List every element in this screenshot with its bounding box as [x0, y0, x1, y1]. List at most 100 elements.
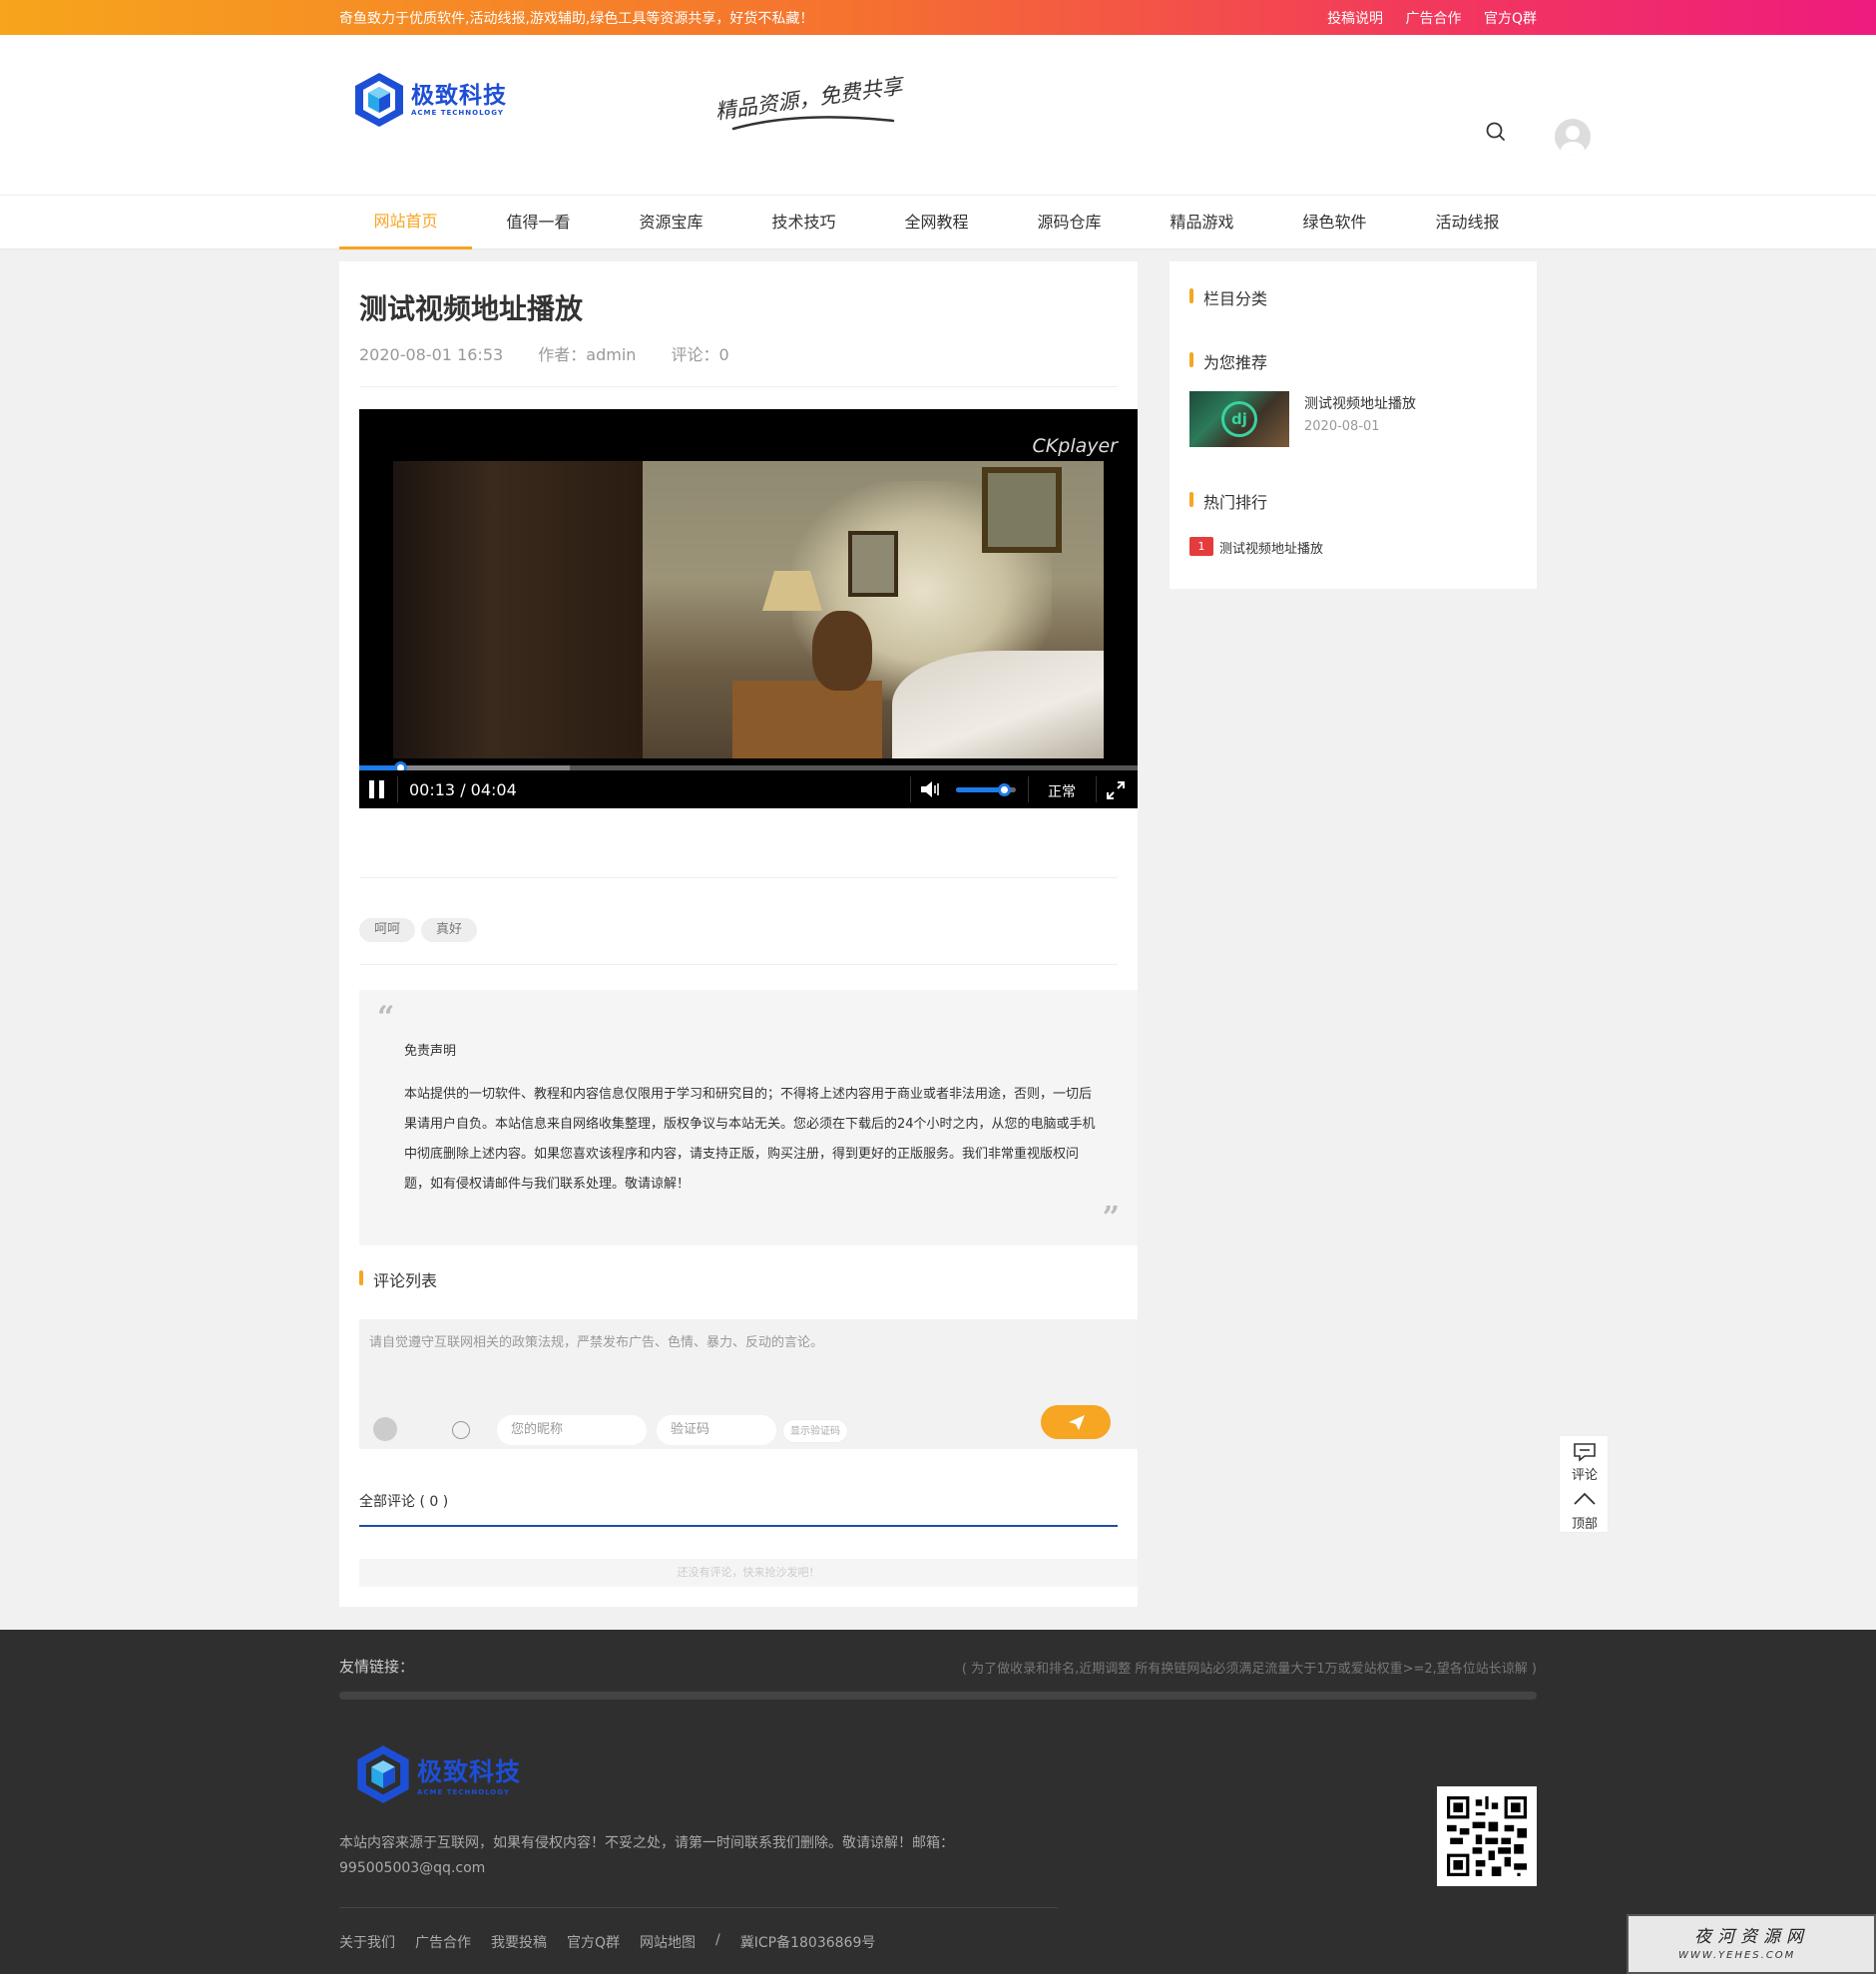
sidebar-category-title: 栏目分类: [1189, 285, 1267, 309]
send-comment-button[interactable]: [1041, 1405, 1111, 1439]
footer-link-sitemap[interactable]: 网站地图: [640, 1932, 696, 1952]
footer-link-about[interactable]: 关于我们: [339, 1932, 395, 1952]
footer-logo-text-en: ACME TECHNOLOGY: [417, 1788, 510, 1796]
pause-icon[interactable]: [367, 780, 387, 798]
divider: [359, 386, 1118, 387]
video-frame[interactable]: [393, 461, 1104, 758]
friend-links-note: ( 为了做收录和排名,近期调整 所有换链网站必须满足流量大于1万或爱站权重>=2…: [961, 1662, 1537, 1677]
footer-description: 本站内容来源于互联网，如果有侵权内容！不妥之处，请第一时间联系我们删除。敬请谅解…: [339, 1835, 954, 1876]
footer-logo-cube-icon: [357, 1745, 409, 1803]
divider: [339, 1907, 1058, 1908]
footer-link-qq-group[interactable]: 官方Q群: [567, 1932, 620, 1952]
nav-item-tech-tips[interactable]: 技术技巧: [737, 196, 870, 249]
float-comment-button[interactable]: 评论: [1560, 1436, 1610, 1484]
comments-section-title: 评论列表: [359, 1267, 437, 1291]
top-notice-bar: 奇鱼致力于优质软件,活动线报,游戏辅助,绿色工具等资源共享，好货不私藏！ 投稿说…: [0, 0, 1876, 35]
watermark-cn: 夜河资源网: [1694, 1927, 1809, 1947]
quote-close-icon: ”: [1102, 1201, 1120, 1235]
empty-comments-notice: 还没有评论，快来抢沙发吧！: [359, 1559, 1138, 1587]
comment-icon: [1574, 1443, 1596, 1462]
disclaimer-body: 本站提供的一切软件、教程和内容信息仅限用于学习和研究目的；不得将上述内容用于商业…: [404, 1087, 1096, 1192]
sidebar: 栏目分类 为您推荐 dj 测试视频地址播放 2020-08-01 热门排行 1 …: [1170, 261, 1537, 589]
volume-handle[interactable]: [998, 783, 1011, 796]
show-captcha-button[interactable]: 显示验证码: [782, 1419, 848, 1443]
nav-item-source-code[interactable]: 源码仓库: [1003, 196, 1136, 249]
article-date: 2020-08-01 16:53: [359, 345, 504, 364]
top-link-submission[interactable]: 投稿说明: [1327, 11, 1383, 27]
volume-icon[interactable]: [920, 780, 942, 798]
comment-textarea[interactable]: 请自觉遵守互联网相关的政策法规，严禁发布广告、色情、暴力、反动的言论。: [369, 1331, 823, 1350]
nav-item-activity-news[interactable]: 活动线报: [1401, 196, 1534, 249]
header-slogan: 精品资源，免费共享: [708, 74, 908, 135]
footer-logo-text-cn: 极致科技: [417, 1757, 522, 1786]
logo-text-en: ACME TECHNOLOGY: [411, 109, 504, 117]
emoji-icon[interactable]: [452, 1421, 470, 1439]
player-brand: CKplayer: [1032, 435, 1118, 457]
recommend-thumbnail[interactable]: dj: [1189, 391, 1289, 447]
disclaimer-box: “ 免责声明 本站提供的一切软件、教程和内容信息仅限用于学习和研究目的；不得将上…: [359, 990, 1138, 1245]
search-icon[interactable]: [1485, 121, 1507, 143]
top-link-ads[interactable]: 广告合作: [1406, 11, 1462, 27]
logo-cube-icon: [355, 73, 403, 127]
fullscreen-icon[interactable]: [1106, 780, 1126, 800]
logo-text-cn: 极致科技: [411, 83, 507, 109]
nav-item-green-software[interactable]: 绿色软件: [1268, 196, 1401, 249]
footer-links: 关于我们 广告合作 我要投稿 官方Q群 网站地图 / 冀ICP备18036869…: [339, 1932, 895, 1952]
float-comment-label: 评论: [1571, 1468, 1598, 1483]
all-comments-tab[interactable]: 全部评论 ( 0 ): [359, 1491, 448, 1511]
recommend-item-date: 2020-08-01: [1304, 419, 1380, 434]
site-logo[interactable]: 极致科技 ACME TECHNOLOGY: [353, 71, 507, 129]
divider: [359, 877, 1118, 878]
playback-speed[interactable]: 正常: [1048, 781, 1076, 801]
footer-link-separator: /: [715, 1932, 720, 1948]
tag-item[interactable]: 呵呵: [359, 918, 416, 942]
watermark-en: WWW.YEHES.COM: [1678, 1950, 1796, 1961]
back-to-top-button[interactable]: 顶部: [1560, 1485, 1610, 1533]
nav-item-games[interactable]: 精品游戏: [1136, 196, 1268, 249]
article-author: 作者：admin: [538, 345, 637, 364]
friend-links-title: 友情链接：: [339, 1658, 415, 1676]
recommend-item-title[interactable]: 测试视频地址播放: [1304, 393, 1416, 413]
chevron-up-icon: [1574, 1492, 1596, 1505]
article-panel: 测试视频地址播放 2020-08-01 16:53 作者：admin 评论：0 …: [339, 261, 1138, 1607]
article-title: 测试视频地址播放: [359, 292, 584, 325]
article-comment-count: 评论：0: [671, 345, 729, 364]
main-nav: 网站首页 值得一看 资源宝库 技术技巧 全网教程 源码仓库 精品游戏 绿色软件 …: [0, 195, 1876, 249]
site-header: 极致科技 ACME TECHNOLOGY 精品资源，免费共享: [0, 35, 1876, 195]
nickname-input[interactable]: 您的昵称: [497, 1415, 647, 1445]
footer-link-submit[interactable]: 我要投稿: [491, 1932, 547, 1952]
footer-logo[interactable]: 极致科技 ACME TECHNOLOGY: [355, 1743, 521, 1805]
hot-item-title[interactable]: 测试视频地址播放: [1219, 538, 1323, 557]
nav-item-home[interactable]: 网站首页: [339, 196, 472, 249]
volume-slider[interactable]: [956, 783, 1016, 796]
back-to-top-label: 顶部: [1571, 1517, 1598, 1532]
quote-open-icon: “: [377, 1000, 395, 1035]
site-footer: 友情链接： ( 为了做收录和排名,近期调整 所有换链网站必须满足流量大于1万或爱…: [0, 1630, 1876, 1974]
user-avatar-icon[interactable]: [1555, 119, 1591, 155]
rank-badge: 1: [1189, 537, 1213, 556]
sidebar-recommend-title: 为您推荐: [1189, 349, 1267, 373]
nav-item-resources[interactable]: 资源宝库: [605, 196, 737, 249]
article-tags: 呵呵 真好: [359, 918, 483, 942]
article-meta: 2020-08-01 16:53 作者：admin 评论：0: [359, 341, 759, 365]
footer-link-ads[interactable]: 广告合作: [415, 1932, 471, 1952]
comments-tab-underline: [359, 1525, 1118, 1527]
dj-logo-icon: dj: [1221, 401, 1257, 437]
video-player[interactable]: CKplayer 00:13 / 04:04 正常: [359, 409, 1138, 808]
tag-item[interactable]: 真好: [421, 918, 478, 942]
playback-time: 00:13 / 04:04: [409, 780, 517, 799]
nav-item-worth-seeing[interactable]: 值得一看: [472, 196, 605, 249]
floating-toolbar: 评论 顶部: [1559, 1435, 1609, 1533]
top-link-qq-group[interactable]: 官方Q群: [1484, 11, 1537, 27]
captcha-input[interactable]: 验证码: [657, 1415, 776, 1445]
sidebar-hot-title: 热门排行: [1189, 489, 1267, 513]
footer-link-icp[interactable]: 冀ICP备18036869号: [740, 1932, 876, 1952]
comment-form: 请自觉遵守互联网相关的政策法规，严禁发布广告、色情、暴力、反动的言论。 您的昵称…: [359, 1319, 1138, 1449]
disclaimer-title: 免责声明: [404, 1044, 457, 1059]
nav-item-tutorials[interactable]: 全网教程: [870, 196, 1003, 249]
player-controls: 00:13 / 04:04 正常: [359, 770, 1138, 808]
friend-links-bar: [339, 1692, 1537, 1700]
slogan-brush-stroke: [731, 116, 895, 131]
divider: [359, 964, 1118, 965]
send-icon: [1069, 1415, 1085, 1430]
